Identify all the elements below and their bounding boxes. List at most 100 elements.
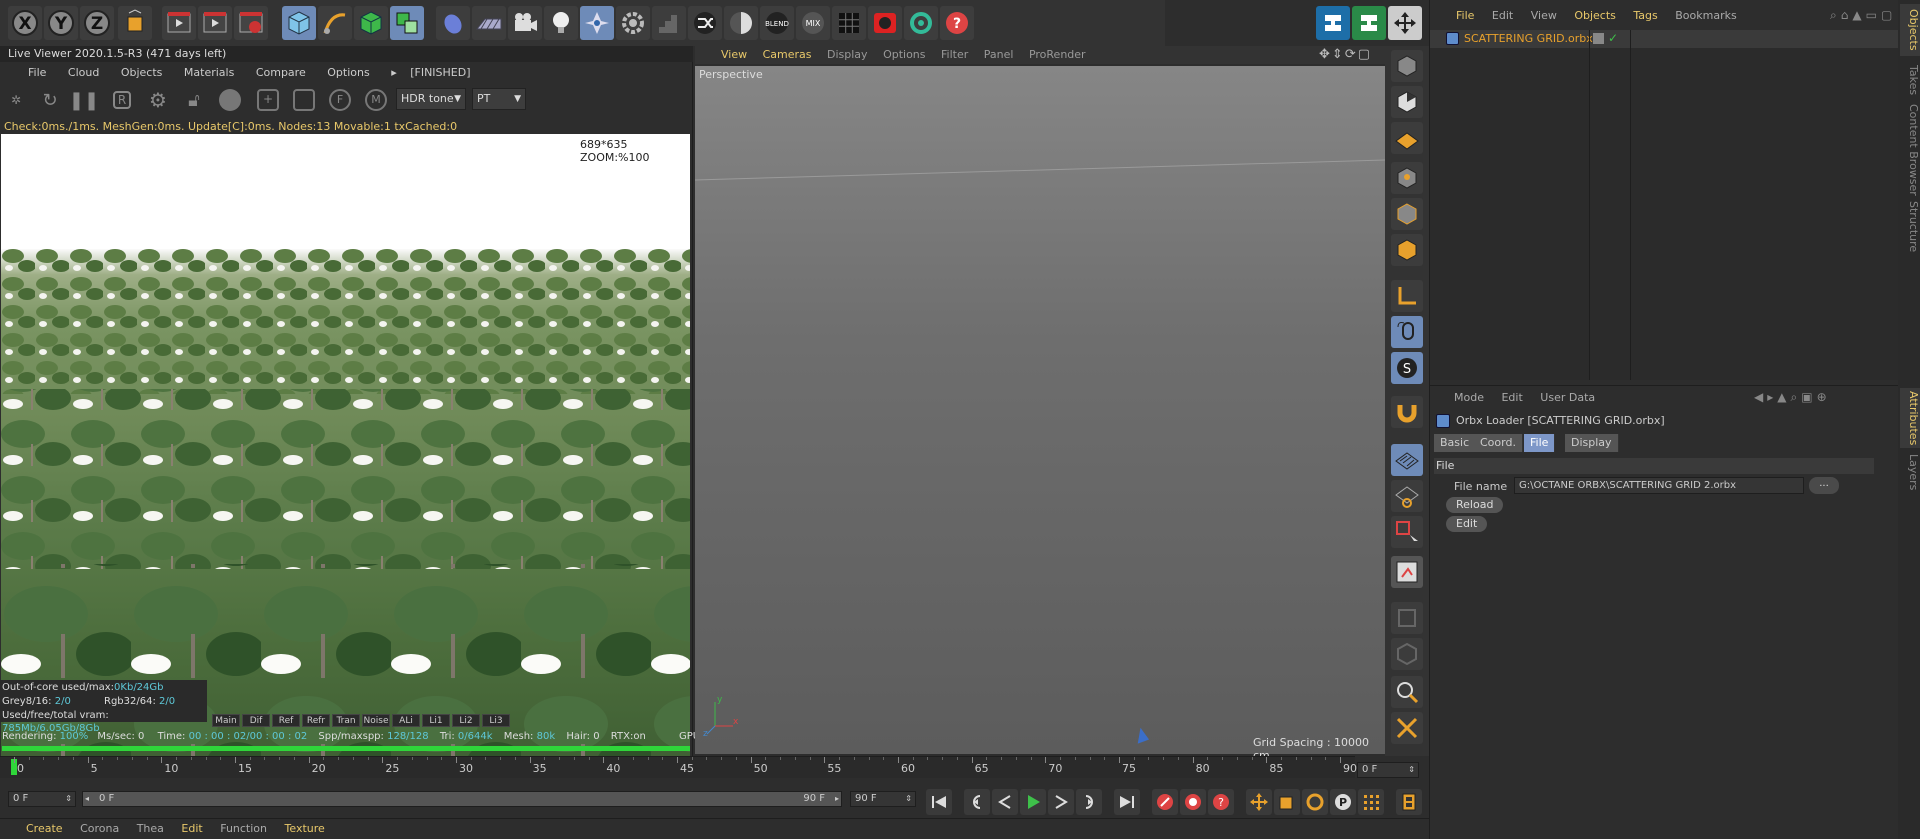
om-menu-view[interactable]: View	[1531, 9, 1557, 22]
lv-menu-materials[interactable]: Materials	[184, 66, 234, 79]
octane-blend-button[interactable]: BLEND	[760, 6, 794, 40]
vp-menu-options[interactable]: Options	[883, 48, 925, 61]
key-rotation-button[interactable]	[1302, 789, 1328, 815]
om-tree-row[interactable]: SCATTERING GRID.orbx ✓	[1430, 30, 1898, 48]
lv-menu-file[interactable]: File	[28, 66, 46, 79]
vtab-content-browser[interactable]: Content Browser	[1900, 104, 1920, 196]
channel-noise-button[interactable]: Noise	[362, 714, 390, 727]
move-view-icon[interactable]: ✥	[1319, 47, 1332, 62]
vp-menu-panel[interactable]: Panel	[984, 48, 1014, 61]
vp-menu-cameras[interactable]: Cameras	[763, 48, 812, 61]
layout-move-button[interactable]	[1388, 6, 1422, 40]
layout-switch-button-2[interactable]	[1352, 6, 1386, 40]
octane-grid-button[interactable]	[832, 6, 866, 40]
am-menu-edit[interactable]: Edit	[1501, 391, 1522, 404]
add-icon[interactable]: +	[256, 88, 280, 112]
next-key-button[interactable]	[1076, 789, 1102, 815]
autokey-button[interactable]	[1180, 789, 1206, 815]
range-slider[interactable]: ◂ 0 F 90 F ▸	[82, 791, 842, 807]
mat-menu-thea[interactable]: Thea	[137, 822, 164, 835]
axis-mode-button[interactable]	[1391, 280, 1423, 312]
up-arrow-icon[interactable]: ▲	[1777, 390, 1790, 404]
axis-y-lock-button[interactable]: Y	[44, 6, 78, 40]
settings-gear-icon[interactable]: ⚙	[146, 88, 170, 112]
restart-render-icon[interactable]: ↻	[38, 88, 62, 112]
channel-dif-button[interactable]: Dif	[242, 714, 270, 727]
om-menu-edit[interactable]: Edit	[1492, 9, 1513, 22]
polygons-mode-button[interactable]	[1391, 234, 1423, 266]
am-menu-user-data[interactable]: User Data	[1540, 391, 1595, 404]
tonemap-select[interactable]: HDR tone ▼	[396, 88, 466, 110]
light-button[interactable]	[544, 6, 578, 40]
octane-recycle-button[interactable]	[904, 6, 938, 40]
play-button[interactable]	[1020, 789, 1046, 815]
coordinate-system-button[interactable]	[118, 6, 152, 40]
tab-file[interactable]: File	[1524, 434, 1556, 452]
browse-button[interactable]: ...	[1809, 477, 1839, 494]
axis-z-lock-button[interactable]: Z	[80, 6, 114, 40]
edges-mode-button[interactable]	[1391, 198, 1423, 230]
mesh-tool-button-2[interactable]	[1391, 638, 1423, 670]
camera-button[interactable]	[508, 6, 542, 40]
key-scale-button[interactable]	[1274, 789, 1300, 815]
subdivision-surface-button[interactable]	[354, 6, 388, 40]
octane-gear-button[interactable]	[616, 6, 650, 40]
search-icon[interactable]: ⌕	[1830, 8, 1841, 22]
model-mode-button[interactable]	[1391, 50, 1423, 82]
lock-icon[interactable]: 🔓︎	[182, 88, 206, 112]
workplane-mode-button[interactable]	[1391, 122, 1423, 154]
minimize-icon[interactable]: ▭	[1866, 8, 1881, 22]
points-mode-button[interactable]	[1391, 162, 1423, 194]
range-slider-right-arrow-icon[interactable]: ▸	[835, 792, 839, 806]
render-image[interactable]	[1, 134, 690, 774]
render-picture-viewer-button[interactable]	[198, 6, 232, 40]
forward-arrow-icon[interactable]: ▸	[1767, 390, 1777, 404]
channel-refr-button[interactable]: Refr	[302, 714, 330, 727]
zoom-view-icon[interactable]: ⇕	[1332, 47, 1345, 62]
material-picker-icon[interactable]: M	[364, 88, 388, 112]
up-arrow-icon[interactable]: ▲	[1852, 8, 1865, 22]
spline-pen-button[interactable]	[318, 6, 352, 40]
mesh-tool-button-1[interactable]	[1391, 602, 1423, 634]
reload-button[interactable]: Reload	[1446, 497, 1504, 513]
lock-icon[interactable]: ▣	[1801, 390, 1816, 404]
back-arrow-icon[interactable]: ◀	[1754, 390, 1767, 404]
current-frame-field[interactable]: 0 F ⇕	[1357, 762, 1419, 778]
cube-primitive-button[interactable]	[282, 6, 316, 40]
octane-camera-button[interactable]	[868, 6, 902, 40]
channel-tran-button[interactable]: Tran	[332, 714, 360, 727]
kernel-select[interactable]: PT ▼	[472, 88, 526, 110]
snapping-button[interactable]: S	[1391, 352, 1423, 384]
lv-menu-options[interactable]: Options	[327, 66, 369, 79]
region-render-icon[interactable]: R	[110, 88, 134, 112]
octane-settings-button[interactable]	[580, 6, 614, 40]
om-menu-tags[interactable]: Tags	[1633, 9, 1657, 22]
filename-field[interactable]: G:\OCTANE ORBX\SCATTERING GRID 2.orbx	[1514, 477, 1804, 494]
object-enabled-icon[interactable]: ✓	[1608, 31, 1618, 45]
go-to-end-button[interactable]	[1114, 789, 1140, 815]
om-menu-file[interactable]: File	[1456, 9, 1474, 22]
tab-basic[interactable]: Basic	[1434, 434, 1477, 452]
key-position-button[interactable]	[1246, 789, 1272, 815]
channel-ref-button[interactable]: Ref	[272, 714, 300, 727]
planar-workplane-button[interactable]	[1391, 480, 1423, 512]
floor-button[interactable]	[472, 6, 506, 40]
om-menu-objects[interactable]: Objects	[1574, 9, 1616, 22]
end-frame-field[interactable]: 90 F ⇕	[850, 791, 916, 807]
deformer-button[interactable]	[436, 6, 470, 40]
tab-display[interactable]: Display	[1565, 434, 1619, 452]
vp-menu-prorender[interactable]: ProRender	[1029, 48, 1086, 61]
maximize-icon[interactable]: ▢	[1881, 8, 1896, 22]
selection-tool-button[interactable]	[1391, 516, 1423, 548]
next-frame-button[interactable]	[1048, 789, 1074, 815]
texture-mode-button[interactable]	[1391, 86, 1423, 118]
octane-mix-button[interactable]: MIX	[796, 6, 830, 40]
sphere-icon[interactable]	[218, 88, 242, 112]
pick-icon[interactable]	[292, 88, 316, 112]
channel-ali-button[interactable]: ALi	[392, 714, 420, 727]
timeline-ruler[interactable]: 0 5 10 15 20 25 30 35 40 45 50 55 60 65 70 75 80 85 90	[0, 756, 1357, 778]
vtab-objects[interactable]: Objects	[1900, 4, 1920, 56]
vp-menu-view[interactable]: View	[721, 48, 747, 61]
maximize-view-icon[interactable]: ▢	[1358, 47, 1372, 62]
go-to-start-button[interactable]	[926, 789, 952, 815]
